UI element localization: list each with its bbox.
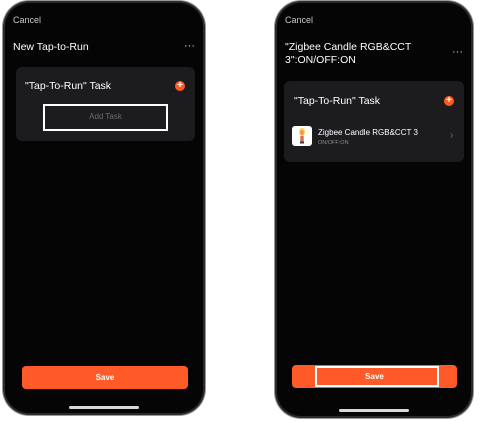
chevron-right-icon: › (450, 130, 454, 141)
candle-bulb-icon (292, 126, 312, 146)
device-status: ON/OFF:ON (318, 140, 349, 146)
plus-circle-icon[interactable]: + (175, 81, 185, 91)
device-row[interactable]: Zigbee Candle RGB&CCT 3 ON/OFF:ON › (284, 119, 464, 153)
add-task-button[interactable]: Add Task (43, 104, 168, 131)
page-title-line-2: 3":ON/OFF:ON (285, 54, 356, 66)
phone-screen-scene-detail: Cancel "Zigbee Candle RGB&CCT 3":ON/OFF:… (277, 3, 471, 416)
phone-screen-new-tap-to-run: Cancel New Tap-to-Run ··· "Tap-To-Run" T… (5, 3, 203, 413)
device-name: Zigbee Candle RGB&CCT 3 (318, 128, 418, 137)
save-highlight-outline (315, 366, 439, 387)
task-card-title: "Tap-To-Run" Task (25, 80, 112, 92)
save-button[interactable]: Save (22, 366, 188, 389)
more-icon[interactable]: ··· (452, 46, 463, 58)
cancel-button[interactable]: Cancel (13, 15, 41, 25)
cancel-button[interactable]: Cancel (285, 15, 313, 25)
page-title: New Tap-to-Run (13, 41, 89, 53)
page-title-line-1: "Zigbee Candle RGB&CCT (285, 41, 412, 53)
home-indicator (339, 409, 409, 412)
task-card: "Tap-To-Run" Task + Zigbee Candle RGB&CC… (284, 81, 464, 162)
task-card-title: "Tap-To-Run" Task (294, 95, 381, 107)
more-icon[interactable]: ··· (184, 40, 195, 52)
plus-circle-icon[interactable]: + (444, 96, 454, 106)
home-indicator (69, 406, 139, 409)
